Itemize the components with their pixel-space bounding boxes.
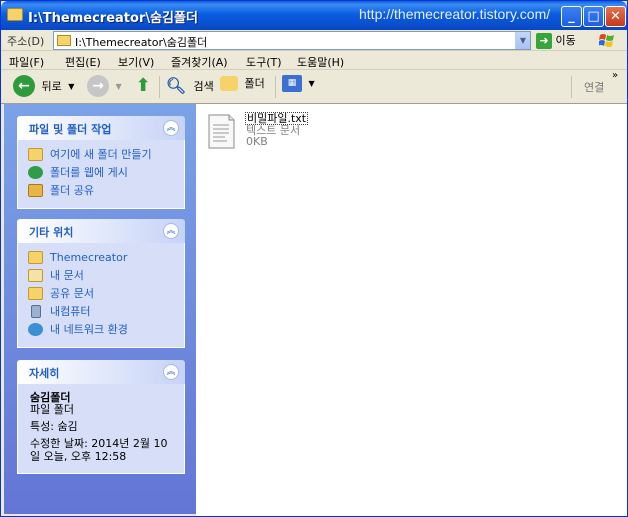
details-panel: 자세히 ︽ 숨김폴더 파일 폴더 특성: 숨김 수정한 날짜: 2014년 2월… (17, 360, 185, 474)
toolbar: ← 뒤로 ▼ → ▼ ⬆ 🔍︎ 검색 폴더 ▦ ▼ 연결 » (1, 70, 627, 104)
watermark-url: http://themecreator.tistory.com/ (359, 6, 551, 22)
share-folder-link[interactable]: 폴더 공유 (28, 182, 174, 200)
other-places-panel: 기타 위치 ︽ Themecreator 내 문서 공유 문서 내컴퓨터 내 네… (17, 219, 185, 348)
address-label: 주소(D) (7, 35, 45, 48)
place-shared-documents[interactable]: 공유 문서 (28, 285, 174, 303)
network-icon (28, 323, 43, 336)
folders-icon (220, 75, 238, 91)
details-attributes: 특성: 숨김 (30, 420, 78, 433)
chevron-down-icon: ▼ (115, 81, 122, 91)
text-document-icon[interactable] (207, 112, 236, 150)
up-folder-button[interactable]: ⬆ (132, 75, 154, 99)
explorer-window: I:\Themecreator\숨김폴더 http://themecreator… (0, 0, 628, 517)
chevron-down-icon: ▼ (68, 81, 75, 91)
new-folder-label: 여기에 새 폴더 만들기 (50, 148, 152, 161)
place-label: 내 네트워크 환경 (50, 323, 128, 336)
title-bar[interactable]: I:\Themecreator\숨김폴더 http://themecreator… (1, 1, 627, 30)
details-body: 숨김폴더 파일 폴더 특성: 숨김 수정한 날짜: 2014년 2월 10일 오… (17, 384, 185, 474)
back-arrow-icon: ← (13, 75, 35, 97)
menu-tools[interactable]: 도구(T) (246, 54, 282, 70)
place-network[interactable]: 내 네트워크 환경 (28, 321, 174, 339)
shared-folder-icon (28, 287, 43, 300)
other-places-body: Themecreator 내 문서 공유 문서 내컴퓨터 내 네트워크 환경 (17, 243, 185, 348)
search-button[interactable]: 🔍︎ 검색 (165, 75, 214, 99)
menu-edit[interactable]: 편집(E) (65, 54, 101, 70)
my-documents-icon (28, 269, 43, 282)
chevron-down-icon[interactable]: ▼ (515, 32, 530, 49)
file-tasks-body: 여기에 새 폴더 만들기 폴더를 웹에 게시 폴더 공유 (17, 140, 185, 209)
search-label: 검색 (193, 80, 214, 93)
file-tasks-header[interactable]: 파일 및 폴더 작업 ︽ (17, 116, 185, 140)
go-button[interactable]: ➜ 이동 (536, 32, 576, 49)
publish-web-link[interactable]: 폴더를 웹에 게시 (28, 164, 174, 182)
place-label: 공유 문서 (50, 287, 94, 300)
menu-help[interactable]: 도움말(H) (297, 54, 344, 70)
new-folder-link[interactable]: 여기에 새 폴더 만들기 (28, 146, 174, 164)
collapse-icon[interactable]: ︽ (163, 364, 179, 380)
details-modified: 수정한 날짜: 2014년 2월 10일 오늘, 오후 12:58 (30, 437, 168, 463)
toolbar-separator (275, 76, 276, 98)
folder-icon (28, 251, 43, 264)
menu-bar: 파일(F) 편집(E) 보기(V) 즐겨찾기(A) 도구(T) 도움말(H) (1, 52, 627, 70)
arrow-right-icon: ➜ (536, 33, 552, 49)
details-header[interactable]: 자세히 ︽ (17, 360, 185, 384)
other-places-header[interactable]: 기타 위치 ︽ (17, 219, 185, 243)
place-my-computer[interactable]: 내컴퓨터 (28, 303, 174, 321)
publish-web-label: 폴더를 웹에 게시 (50, 166, 128, 179)
folders-button[interactable]: 폴더 (220, 75, 265, 99)
minimize-button[interactable]: _ (561, 6, 582, 27)
views-button[interactable]: ▦ ▼ (282, 75, 315, 99)
collapse-icon[interactable]: ︽ (163, 223, 179, 239)
computer-icon (31, 305, 41, 318)
back-button[interactable]: ← 뒤로 ▼ (13, 75, 74, 99)
chevron-down-icon: ▼ (308, 79, 315, 88)
folder-icon (57, 35, 71, 46)
file-tasks-panel: 파일 및 폴더 작업 ︽ 여기에 새 폴더 만들기 폴더를 웹에 게시 폴더 공… (17, 116, 185, 209)
views-icon: ▦ (282, 75, 302, 92)
links-button[interactable]: 연결 (584, 79, 604, 103)
globe-icon (28, 166, 43, 179)
details-type: 파일 폴더 (30, 403, 74, 416)
other-places-title: 기타 위치 (29, 226, 74, 239)
back-label: 뒤로 (41, 80, 62, 93)
forward-arrow-icon: → (87, 75, 109, 97)
forward-button[interactable]: → ▼ (87, 75, 122, 99)
menu-view[interactable]: 보기(V) (118, 54, 154, 70)
toolbar-more-button[interactable]: » (612, 70, 618, 94)
windows-logo-icon (599, 34, 614, 47)
toolbar-separator (571, 76, 572, 98)
close-button[interactable]: ✕ (605, 6, 626, 27)
folders-label: 폴더 (244, 77, 265, 90)
address-input[interactable]: I:\Themecreator\숨김폴더 ▼ (53, 31, 531, 50)
folder-icon (7, 8, 23, 21)
collapse-icon[interactable]: ︽ (163, 120, 179, 136)
place-my-documents[interactable]: 내 문서 (28, 267, 174, 285)
share-folder-icon (28, 184, 43, 197)
share-folder-label: 폴더 공유 (50, 184, 94, 197)
search-icon: 🔍︎ (165, 76, 187, 95)
maximize-button[interactable]: □ (583, 6, 604, 27)
menu-favorites[interactable]: 즐겨찾기(A) (171, 54, 228, 70)
up-arrow-icon: ⬆ (135, 75, 151, 96)
address-bar: 주소(D) I:\Themecreator\숨김폴더 ▼ ➜ 이동 (1, 30, 627, 51)
go-label: 이동 (555, 34, 576, 47)
file-tasks-title: 파일 및 폴더 작업 (29, 123, 112, 136)
file-size: 0KB (246, 135, 268, 148)
place-label: 내 문서 (50, 269, 84, 282)
task-pane: 파일 및 폴더 작업 ︽ 여기에 새 폴더 만들기 폴더를 웹에 게시 폴더 공… (4, 104, 196, 514)
details-title: 자세히 (29, 367, 60, 380)
window-title: I:\Themecreator\숨김폴더 (28, 11, 198, 26)
address-value: I:\Themecreator\숨김폴더 (75, 36, 208, 49)
menu-file[interactable]: 파일(F) (9, 54, 44, 70)
file-list-pane[interactable]: 비밀파일.txt 텍스트 문서 0KB (196, 104, 627, 516)
place-themecreator[interactable]: Themecreator (28, 249, 174, 267)
place-label: 내컴퓨터 (50, 305, 91, 318)
toolbar-separator (159, 76, 160, 98)
place-label: Themecreator (50, 251, 128, 264)
new-folder-icon (28, 148, 43, 161)
